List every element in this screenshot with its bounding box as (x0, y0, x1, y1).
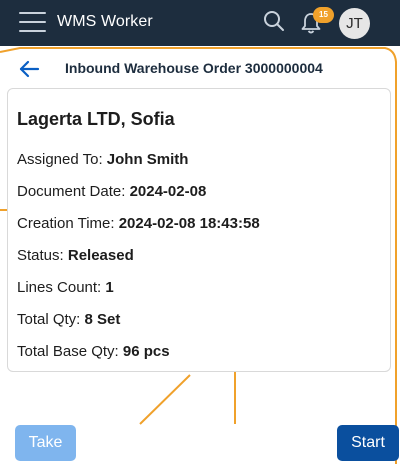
field-value: John Smith (106, 151, 189, 168)
field-value: 1 (105, 279, 114, 296)
field-label: Status: (17, 247, 68, 264)
app-title: WMS Worker (57, 13, 153, 30)
field-value: 2024-02-08 (129, 183, 207, 200)
app-header: WMS Worker 15 JT (0, 0, 400, 46)
user-avatar[interactable]: JT (339, 8, 370, 39)
search-icon[interactable] (262, 9, 286, 33)
field-lines-count: Lines Count: 1 (17, 279, 114, 296)
hamburger-menu-icon[interactable] (19, 12, 46, 34)
start-button[interactable]: Start (337, 425, 399, 461)
field-label: Total Base Qty: (17, 343, 123, 360)
field-label: Assigned To: (17, 151, 107, 168)
field-value: 8 Set (84, 311, 121, 328)
field-label: Total Qty: (17, 311, 85, 328)
app-page: WMS Worker 15 JT Inbound Warehouse Order… (0, 0, 400, 464)
take-button[interactable]: Take (15, 425, 76, 461)
page-title: Inbound Warehouse Order 3000000004 (65, 60, 323, 76)
field-assigned-to: Assigned To: John Smith (17, 151, 188, 168)
notification-count-badge: 15 (313, 7, 334, 23)
field-total-base-qty: Total Base Qty: 96 pcs (17, 343, 170, 360)
back-arrow-icon[interactable] (18, 58, 40, 80)
field-label: Document Date: (17, 183, 130, 200)
field-document-date: Document Date: 2024-02-08 (17, 183, 206, 200)
field-value: 2024-02-08 18:43:58 (118, 215, 260, 232)
order-details-card: Lagerta LTD, Sofia Assigned To: John Smi… (7, 88, 391, 372)
field-value: 96 pcs (122, 343, 170, 360)
field-label: Lines Count: (17, 279, 106, 296)
field-value: Released (67, 247, 134, 264)
field-label: Creation Time: (17, 215, 119, 232)
customer-name: Lagerta LTD, Sofia (17, 109, 175, 129)
field-total-qty: Total Qty: 8 Set (17, 311, 120, 328)
field-creation-time: Creation Time: 2024-02-08 18:43:58 (17, 215, 260, 232)
field-status: Status: Released (17, 247, 134, 264)
